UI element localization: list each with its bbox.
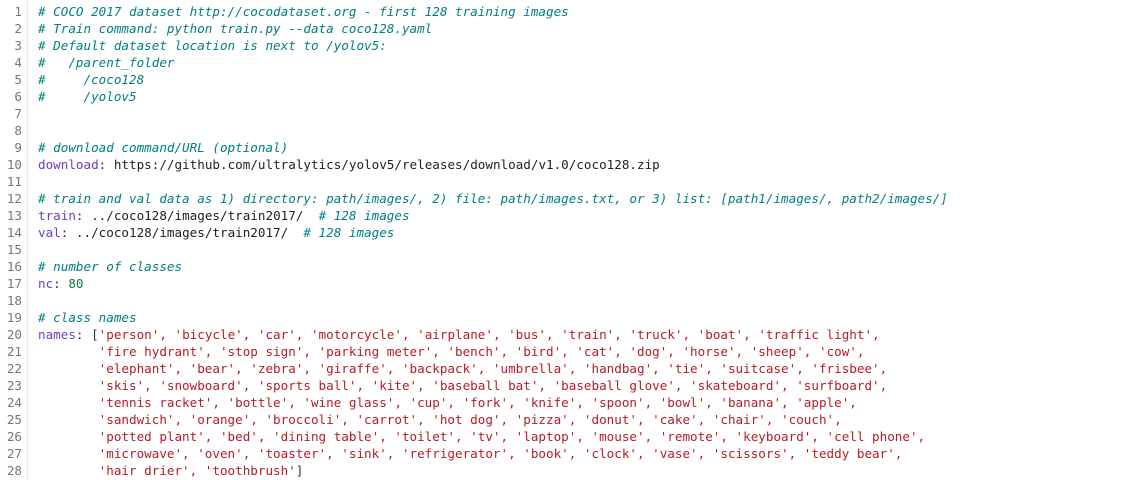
code-line[interactable]: names: ['person', 'bicycle', 'car', 'mot… xyxy=(38,326,1131,343)
code-token-comment: # 128 images xyxy=(303,225,395,240)
code-line[interactable]: 'skis', 'snowboard', 'sports ball', 'kit… xyxy=(38,377,1131,394)
code-line[interactable]: # download command/URL (optional) xyxy=(38,139,1131,156)
code-token-str: 'hair drier', 'toothbrush' xyxy=(38,463,296,478)
code-line[interactable]: # COCO 2017 dataset http://cocodataset.o… xyxy=(38,3,1131,20)
code-token-num: 80 xyxy=(68,276,84,291)
line-number: 6 xyxy=(14,89,22,104)
code-line[interactable]: # Default dataset location is next to /y… xyxy=(38,37,1131,54)
line-number: 27 xyxy=(6,446,22,461)
line-number: 16 xyxy=(6,259,22,274)
code-token-punct: : xyxy=(75,208,92,223)
code-token-key: nc xyxy=(38,276,54,291)
code-line[interactable]: 'fire hydrant', 'stop sign', 'parking me… xyxy=(38,343,1131,360)
code-token-punct: ] xyxy=(295,463,304,478)
code-line[interactable] xyxy=(38,173,1131,190)
code-token-key: download xyxy=(38,157,99,172)
line-number: 20 xyxy=(6,327,22,342)
code-token-comment: # Train command: python train.py --data … xyxy=(38,21,433,36)
code-token-plain: ../coco128/images/train2017/ xyxy=(91,208,319,223)
code-line[interactable]: 'hair drier', 'toothbrush'] xyxy=(38,462,1131,479)
code-token-key: train xyxy=(38,208,76,223)
code-line[interactable]: 'sandwich', 'orange', 'broccoli', 'carro… xyxy=(38,411,1131,428)
line-number: 28 xyxy=(6,463,22,478)
code-token-punct: : xyxy=(98,157,114,172)
code-token-str: 'elephant', 'bear', 'zebra', 'giraffe', … xyxy=(38,361,888,376)
line-number: 5 xyxy=(14,72,22,87)
code-token-str: 'tennis racket', 'bottle', 'wine glass',… xyxy=(38,395,857,410)
code-token-plain: ../coco128/images/train2017/ xyxy=(75,225,304,240)
code-line[interactable] xyxy=(38,105,1131,122)
code-line[interactable]: 'potted plant', 'bed', 'dining table', '… xyxy=(38,428,1131,445)
line-number: 11 xyxy=(6,174,22,189)
code-token-comment: # train and val data as 1) directory: pa… xyxy=(38,191,948,206)
line-number: 24 xyxy=(6,395,22,410)
line-number: 18 xyxy=(6,293,22,308)
line-number: 9 xyxy=(14,140,22,155)
line-number: 1 xyxy=(14,4,22,19)
line-number: 7 xyxy=(14,106,22,121)
code-line[interactable]: # /parent_folder xyxy=(38,54,1131,71)
code-token-key: val xyxy=(38,225,61,240)
line-number: 26 xyxy=(6,429,22,444)
code-line[interactable] xyxy=(38,122,1131,139)
line-number: 14 xyxy=(6,225,22,240)
code-line[interactable]: # /yolov5 xyxy=(38,88,1131,105)
code-token-punct: : xyxy=(60,225,76,240)
code-token-punct: : [ xyxy=(75,327,99,342)
code-token-str: 'skis', 'snowboard', 'sports ball', 'kit… xyxy=(38,378,888,393)
code-token-comment: # /coco128 xyxy=(38,72,145,87)
code-token-punct: : xyxy=(53,276,69,291)
line-number: 4 xyxy=(14,55,22,70)
code-line[interactable]: # /coco128 xyxy=(38,71,1131,88)
line-number: 10 xyxy=(6,157,22,172)
code-token-comment: # download command/URL (optional) xyxy=(38,140,289,155)
line-number: 19 xyxy=(6,310,22,325)
code-token-comment: # class names xyxy=(38,310,137,325)
code-line[interactable]: 'microwave', 'oven', 'toaster', 'sink', … xyxy=(38,445,1131,462)
line-number: 13 xyxy=(6,208,22,223)
line-number: 3 xyxy=(14,38,22,53)
line-number: 22 xyxy=(6,361,22,376)
code-line[interactable]: download: https://github.com/ultralytics… xyxy=(38,156,1131,173)
line-number: 23 xyxy=(6,378,22,393)
code-token-str: 'sandwich', 'orange', 'broccoli', 'carro… xyxy=(38,412,842,427)
code-token-comment: # /yolov5 xyxy=(38,89,137,104)
code-token-comment: # COCO 2017 dataset http://cocodataset.o… xyxy=(38,4,569,19)
line-number: 8 xyxy=(14,123,22,138)
code-token-comment: # number of classes xyxy=(38,259,183,274)
line-number: 15 xyxy=(6,242,22,257)
code-line[interactable] xyxy=(38,241,1131,258)
code-token-str: 'person', 'bicycle', 'car', 'motorcycle'… xyxy=(98,327,880,342)
code-line[interactable]: val: ../coco128/images/train2017/ # 128 … xyxy=(38,224,1131,241)
code-token-str: 'microwave', 'oven', 'toaster', 'sink', … xyxy=(38,446,903,461)
code-line[interactable]: # class names xyxy=(38,309,1131,326)
code-token-str: 'potted plant', 'bed', 'dining table', '… xyxy=(38,429,926,444)
code-token-plain: https://github.com/ultralytics/yolov5/re… xyxy=(113,157,660,172)
code-line[interactable]: # Train command: python train.py --data … xyxy=(38,20,1131,37)
code-line[interactable]: train: ../coco128/images/train2017/ # 12… xyxy=(38,207,1131,224)
line-number: 25 xyxy=(6,412,22,427)
code-line[interactable]: nc: 80 xyxy=(38,275,1131,292)
line-number: 12 xyxy=(6,191,22,206)
code-token-comment: # /parent_folder xyxy=(38,55,175,70)
line-number: 2 xyxy=(14,21,22,36)
code-line[interactable]: # train and val data as 1) directory: pa… xyxy=(38,190,1131,207)
code-content[interactable]: # COCO 2017 dataset http://cocodataset.o… xyxy=(28,0,1131,480)
code-editor[interactable]: 1 2 3 4 5 6 7 8 9 10 11 12 13 14 15 16 17 18 19 20 21 22 23 24 2… xyxy=(0,0,1131,480)
code-line[interactable]: # number of classes xyxy=(38,258,1131,275)
code-token-comment: # Default dataset location is next to /y… xyxy=(38,38,387,53)
code-line[interactable] xyxy=(38,292,1131,309)
code-token-str: 'fire hydrant', 'stop sign', 'parking me… xyxy=(38,344,865,359)
code-line[interactable]: 'elephant', 'bear', 'zebra', 'giraffe', … xyxy=(38,360,1131,377)
line-number: 21 xyxy=(6,344,22,359)
line-number: 17 xyxy=(6,276,22,291)
code-token-key: names xyxy=(38,327,76,342)
code-line[interactable]: 'tennis racket', 'bottle', 'wine glass',… xyxy=(38,394,1131,411)
code-token-comment: # 128 images xyxy=(318,208,410,223)
line-number-gutter: 1 2 3 4 5 6 7 8 9 10 11 12 13 14 15 16 17 18 19 20 21 22 23 24 2… xyxy=(0,0,28,480)
